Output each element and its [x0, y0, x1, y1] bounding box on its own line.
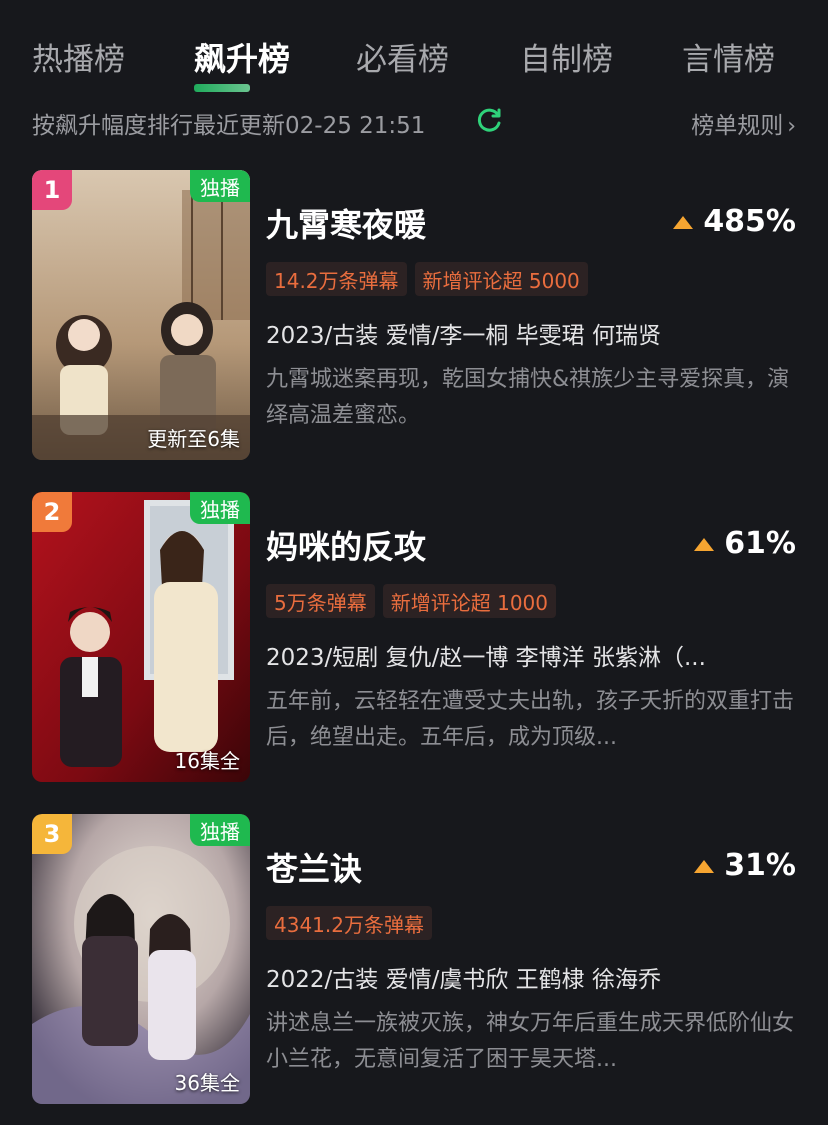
drama-title[interactable]: 九霄寒夜暖	[266, 200, 426, 246]
poster-art	[32, 170, 250, 460]
tab-hot[interactable]: 热播榜	[32, 34, 125, 79]
drama-meta: 2023/古装 爱情/李一桐 毕雯珺 何瑞贤	[266, 323, 661, 349]
danmaku-tag: 5万条弹幕	[266, 584, 375, 618]
sort-description: 按飙升幅度排行最近更新02-25 21:51	[32, 113, 426, 139]
drama-description: 九霄城迷案再现，乾国女捕快&祺族少主寻爱探真，演绎高温差蜜恋。	[266, 367, 790, 428]
chevron-right-icon: ›	[787, 114, 796, 139]
episode-label: 更新至6集	[147, 427, 240, 451]
ranking-subheader: 按飙升幅度排行最近更新02-25 21:51 榜单规则 ›	[32, 104, 796, 140]
rank-badge: 1	[32, 170, 72, 210]
rank-badge: 2	[32, 492, 72, 532]
drama-meta: 2023/短剧 复仇/赵一博 李博洋 张紫淋（...	[266, 645, 706, 671]
tag-list: 14.2万条弹幕 新增评论超 5000	[266, 262, 588, 296]
exclusive-badge: 独播	[190, 170, 250, 202]
exclusive-badge: 独播	[190, 814, 250, 846]
tag-list: 5万条弹幕 新增评论超 1000	[266, 584, 556, 618]
drama-meta: 2022/古装 爱情/虞书欣 王鹤棣 徐海乔	[266, 967, 661, 993]
list-item[interactable]: 1 独播 更新至6集 九霄寒夜暖 485% 14.2万条弹幕 新增评论超 500…	[32, 170, 796, 462]
episode-label: 16集全	[174, 749, 240, 773]
poster-art	[32, 814, 250, 1104]
danmaku-tag: 14.2万条弹幕	[266, 262, 407, 296]
poster-image[interactable]: 2 独播 16集全	[32, 492, 250, 782]
rise-percentage: 61%	[694, 526, 796, 561]
drama-title[interactable]: 妈咪的反攻	[266, 522, 426, 568]
drama-title[interactable]: 苍兰诀	[266, 844, 362, 890]
list-item[interactable]: 3 独播 36集全 苍兰诀 31% 4341.2万条弹幕 2022/古装 爱情/…	[32, 814, 796, 1106]
tab-romance[interactable]: 言情榜	[682, 34, 775, 79]
rise-value: 61%	[724, 526, 796, 561]
exclusive-badge: 独播	[190, 492, 250, 524]
comment-tag: 新增评论超 5000	[414, 262, 588, 296]
trend-up-icon	[694, 538, 715, 551]
trend-up-icon	[694, 860, 715, 873]
refresh-icon[interactable]	[476, 106, 504, 134]
tab-original[interactable]: 自制榜	[520, 34, 613, 79]
rise-value: 485%	[703, 204, 796, 239]
trend-up-icon	[673, 216, 694, 229]
tab-must-watch[interactable]: 必看榜	[356, 34, 449, 79]
rules-label: 榜单规则	[691, 113, 784, 139]
poster-image[interactable]: 1 独播 更新至6集	[32, 170, 250, 460]
rise-percentage: 485%	[673, 204, 796, 239]
rise-percentage: 31%	[694, 848, 796, 883]
active-tab-indicator	[194, 84, 250, 92]
drama-description: 讲述息兰一族被灭族，神女万年后重生成天界低阶仙女小兰花，无意间复活了困于昊天塔.…	[266, 1011, 794, 1072]
tag-list: 4341.2万条弹幕	[266, 906, 432, 940]
tab-rising[interactable]: 飙升榜	[194, 34, 290, 80]
drama-description: 五年前，云轻轻在遭受丈夫出轨，孩子夭折的双重打击后，绝望出走。五年后，成为顶级.…	[266, 689, 794, 750]
rise-value: 31%	[724, 848, 796, 883]
list-item[interactable]: 2 独播 16集全 妈咪的反攻 61% 5万条弹幕 新增评论超 1000 202…	[32, 492, 796, 784]
rules-link[interactable]: 榜单规则 ›	[691, 106, 796, 140]
ranking-tabs: 热播榜 飙升榜 必看榜 自制榜 言情榜	[0, 20, 828, 92]
poster-image[interactable]: 3 独播 36集全	[32, 814, 250, 1104]
poster-art	[32, 492, 250, 782]
rank-badge: 3	[32, 814, 72, 854]
episode-label: 36集全	[174, 1071, 240, 1095]
danmaku-tag: 4341.2万条弹幕	[266, 906, 432, 940]
comment-tag: 新增评论超 1000	[382, 584, 556, 618]
